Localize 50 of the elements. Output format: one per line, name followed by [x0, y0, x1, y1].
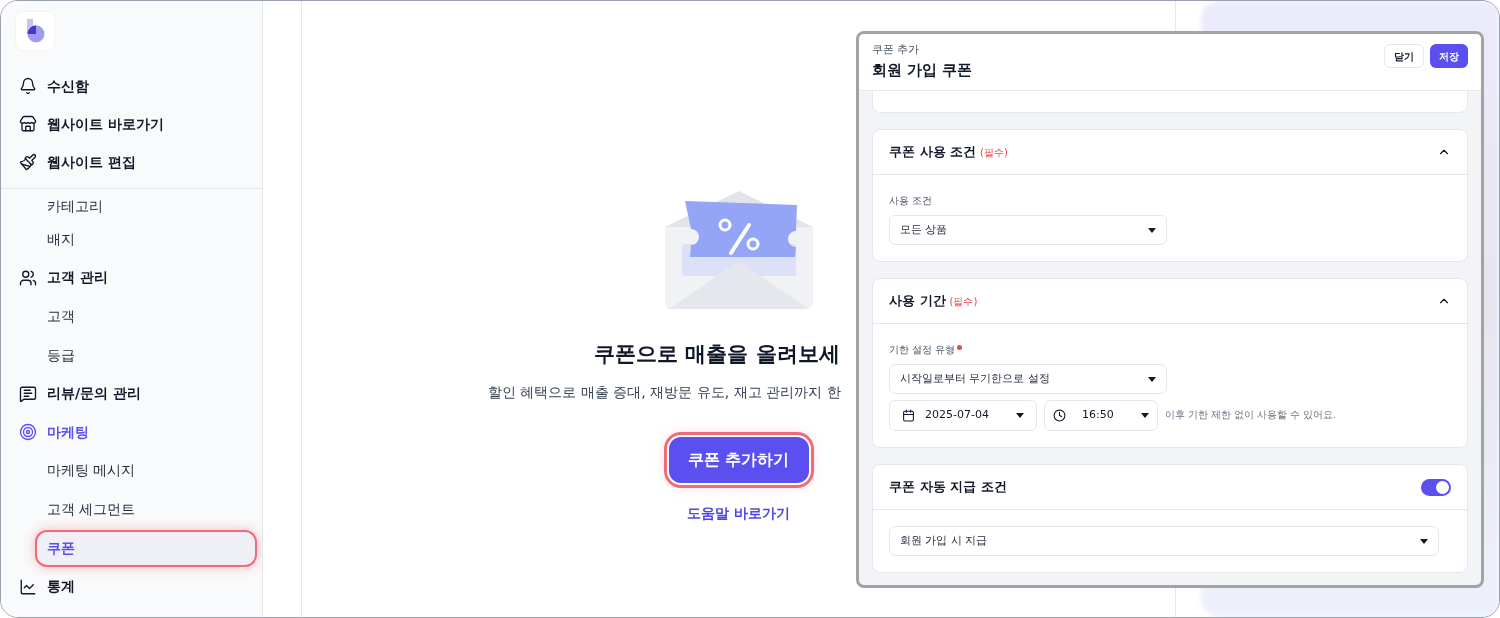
caret-icon — [1420, 538, 1428, 544]
target-icon — [19, 423, 37, 442]
calendar-icon — [902, 409, 915, 422]
nav-item[interactable]: 수신함 — [1, 67, 262, 105]
chart-icon — [19, 577, 37, 596]
caret-icon — [1148, 227, 1156, 233]
panel-title: 회원 가입 쿠폰 — [872, 59, 973, 81]
empty-state-title: 쿠폰으로 매출을 올려보세 — [594, 341, 840, 368]
store-icon — [19, 115, 37, 133]
nav-group[interactable]: 고객 관리 — [1, 258, 262, 298]
close-button[interactable]: 닫기 — [1384, 44, 1424, 68]
nav-item[interactable]: 웹사이트 편집 — [1, 143, 262, 181]
required-label: (필수) — [949, 294, 978, 309]
select-field[interactable]: 모든 상품 — [889, 215, 1167, 245]
nav-subitem[interactable]: 고객 — [35, 298, 257, 335]
bell-icon — [19, 77, 37, 95]
nav-item[interactable]: 웹사이트 바로가기 — [1, 105, 262, 143]
nav-subitem[interactable]: 쿠폰 — [35, 529, 257, 567]
message-icon — [19, 384, 37, 403]
select-field[interactable]: 회원 가입 시 지급 — [889, 526, 1439, 556]
section-title: 쿠폰 자동 지급 조건 — [889, 478, 1007, 497]
select-field[interactable]: 시작일로부터 무기한으로 설정 — [889, 364, 1167, 394]
required-label: (필수) — [980, 145, 1008, 160]
caret-icon — [1141, 413, 1149, 418]
help-link[interactable]: 도움말 바로가기 — [687, 503, 790, 524]
section-title: 쿠폰 사용 조건 — [889, 143, 977, 162]
nav-group[interactable]: 마케팅 — [1, 412, 262, 452]
brush-icon — [19, 153, 37, 171]
nav-group[interactable]: 리뷰/문의 관리 — [1, 374, 262, 413]
users-icon — [19, 268, 37, 287]
field-label: 사용 조건 — [889, 194, 933, 208]
hint-text: 이후 기한 제한 없이 사용할 수 있어요. — [1165, 408, 1337, 423]
logo[interactable] — [15, 11, 55, 51]
toggle-switch[interactable] — [1421, 478, 1451, 496]
nav-group[interactable]: 통계 — [1, 567, 262, 606]
empty-state-description: 할인 혜택으로 매출 증대, 재방문 유도, 재고 관리까지 한 — [488, 383, 841, 402]
caret-icon — [1016, 413, 1024, 418]
nav-subitem[interactable]: 등급 — [35, 336, 257, 374]
date-field[interactable]: 2025-07-04 — [889, 400, 1037, 431]
caret-icon — [1148, 376, 1156, 382]
nav-subitem[interactable]: 카테고리 — [35, 194, 257, 218]
panel-subtitle: 쿠폰 추가 — [872, 42, 921, 58]
nav-subitem[interactable]: 마케팅 메시지 — [35, 452, 257, 490]
time-field[interactable]: 16:50 — [1044, 400, 1158, 431]
section-title: 사용 기간 — [889, 292, 946, 311]
save-button[interactable]: 저장 — [1430, 44, 1468, 68]
field-label: 기한 설정 유형 — [889, 343, 956, 357]
nav-subitem[interactable]: 고객 세그먼트 — [35, 490, 257, 528]
nav-subitem[interactable]: 배지 — [35, 220, 257, 258]
clock-icon — [1053, 409, 1066, 422]
